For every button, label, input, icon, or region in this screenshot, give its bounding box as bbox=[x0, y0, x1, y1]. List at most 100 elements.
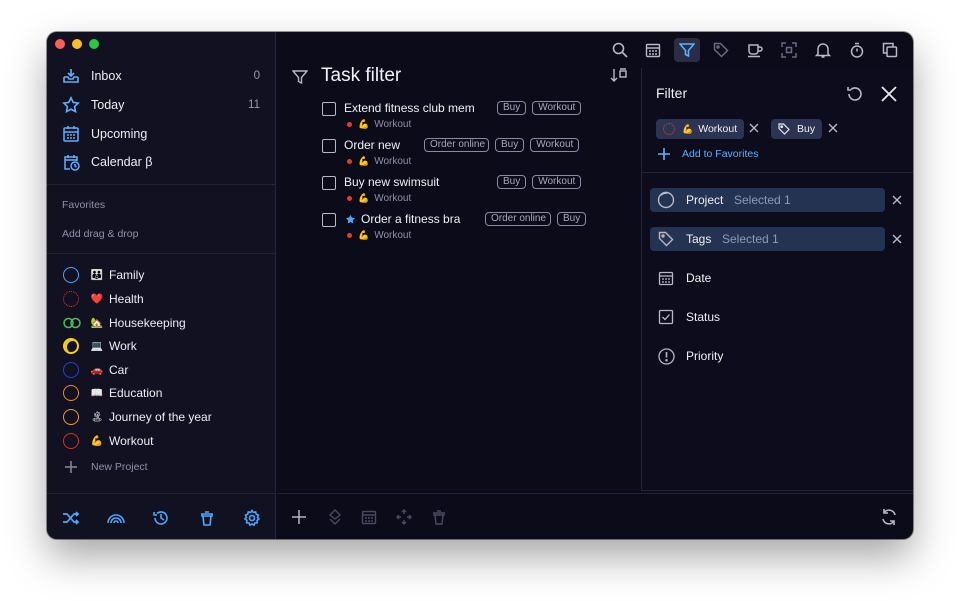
task-row[interactable]: Order a fitness bra Order online Buy 💪 W… bbox=[322, 212, 592, 249]
tag-badge[interactable]: Workout bbox=[532, 101, 582, 115]
window-controls bbox=[55, 39, 99, 49]
tag-badge[interactable]: Order online bbox=[424, 138, 489, 152]
project-emoji: 💪 bbox=[358, 193, 370, 203]
history-icon[interactable] bbox=[151, 508, 171, 528]
filter-row-tags[interactable]: Tags Selected 1 bbox=[650, 227, 885, 251]
project-label: Journey of the year bbox=[109, 410, 212, 424]
project-item-education[interactable]: 📖 Education bbox=[47, 382, 276, 404]
page-title: Task filter bbox=[321, 65, 402, 86]
project-dot bbox=[347, 196, 352, 201]
add-icon[interactable] bbox=[290, 508, 308, 526]
project-emoji: 👪 bbox=[90, 269, 104, 281]
task-row[interactable]: Extend fitness club mem Buy Workout 💪 Wo… bbox=[322, 101, 592, 138]
minimize-window-button[interactable] bbox=[72, 39, 82, 49]
sidebar-item-label: Calendar β bbox=[91, 155, 153, 169]
filter-row-status: Selected 1 bbox=[722, 232, 779, 246]
add-to-favorites-button[interactable]: Add to Favorites bbox=[658, 148, 758, 160]
project-item-housekeeping[interactable]: 🏡 Housekeeping bbox=[47, 312, 276, 334]
tag-badge[interactable]: Workout bbox=[532, 175, 582, 189]
favorites-hint: Add drag & drop bbox=[62, 228, 139, 240]
divider bbox=[47, 253, 276, 254]
filter-row-status[interactable]: Status bbox=[650, 305, 885, 329]
project-emoji: 💪 bbox=[358, 156, 370, 166]
chip-label: Workout bbox=[698, 123, 738, 135]
task-checkbox[interactable] bbox=[322, 102, 336, 116]
calendar-icon[interactable] bbox=[640, 38, 666, 62]
chip-label: Buy bbox=[797, 123, 816, 135]
project-dot bbox=[347, 159, 352, 164]
tag-badge[interactable]: Buy bbox=[497, 101, 527, 115]
date-icon[interactable] bbox=[360, 508, 378, 526]
filter-row-priority[interactable]: Priority bbox=[650, 344, 885, 368]
new-project-button[interactable]: New Project bbox=[47, 456, 276, 478]
exclamation-icon bbox=[657, 347, 675, 365]
project-color-ring bbox=[663, 123, 675, 135]
filter-chip-project[interactable]: 💪 Workout bbox=[656, 119, 745, 139]
project-item-journey[interactable]: 🏝 Journey of the year bbox=[47, 406, 276, 428]
delete-icon[interactable] bbox=[430, 508, 448, 526]
trash-icon[interactable] bbox=[197, 508, 217, 528]
tag-badge[interactable]: Buy bbox=[495, 138, 525, 152]
sidebar-item-upcoming[interactable]: Upcoming bbox=[47, 120, 276, 148]
remove-chip-icon[interactable] bbox=[747, 121, 761, 135]
sort-icon[interactable] bbox=[609, 67, 629, 83]
tag-badge[interactable]: Buy bbox=[497, 175, 527, 189]
tag-badge[interactable]: Buy bbox=[557, 212, 587, 226]
shuffle-icon[interactable] bbox=[61, 508, 81, 528]
settings-icon[interactable] bbox=[242, 508, 262, 528]
clear-tags-filter-icon[interactable] bbox=[890, 232, 904, 246]
filter-row-project[interactable]: Project Selected 1 bbox=[650, 188, 885, 212]
zoom-window-button[interactable] bbox=[89, 39, 99, 49]
task-name: Buy new swimsuit bbox=[344, 175, 440, 189]
checkbox-icon bbox=[657, 308, 675, 326]
project-emoji: 💪 bbox=[358, 230, 370, 240]
project-item-family[interactable]: 👪 Family bbox=[47, 264, 276, 286]
project-item-work[interactable]: 💻 Work bbox=[47, 335, 276, 357]
plus-icon bbox=[64, 460, 78, 474]
filter-row-date[interactable]: Date bbox=[650, 266, 885, 290]
favorites-heading: Favorites bbox=[62, 199, 106, 211]
bell-icon[interactable] bbox=[810, 38, 836, 62]
focus-icon[interactable] bbox=[776, 38, 802, 62]
task-checkbox[interactable] bbox=[322, 139, 336, 153]
remove-chip-icon[interactable] bbox=[826, 121, 840, 135]
sidebar-item-calendar[interactable]: Calendar β bbox=[47, 148, 276, 176]
search-icon[interactable] bbox=[607, 38, 633, 62]
add-to-favorites-label: Add to Favorites bbox=[682, 148, 759, 160]
task-row[interactable]: Buy new swimsuit Buy Workout 💪 Workout bbox=[322, 175, 592, 212]
clear-project-filter-icon[interactable] bbox=[890, 193, 904, 207]
project-item-health[interactable]: ❤️ Health bbox=[47, 288, 276, 310]
task-checkbox[interactable] bbox=[322, 213, 336, 227]
task-name: Order new bbox=[344, 138, 401, 152]
sidebar-item-inbox[interactable]: Inbox 0 bbox=[47, 62, 276, 90]
task-tags: Order online Buy Workout bbox=[424, 138, 580, 152]
task-checkbox[interactable] bbox=[322, 176, 336, 190]
project-item-car[interactable]: 🚗 Car bbox=[47, 359, 276, 381]
filter-row-label: Status bbox=[686, 310, 721, 324]
sidebar-item-today[interactable]: Today 11 bbox=[47, 91, 276, 119]
star-icon bbox=[61, 95, 81, 115]
sync-icon[interactable] bbox=[880, 508, 898, 526]
tag-icon[interactable] bbox=[708, 38, 734, 62]
task-row[interactable]: Order new Order online Buy Workout 💪 Wor… bbox=[322, 138, 592, 175]
move-icon[interactable] bbox=[395, 508, 413, 526]
sidebar-item-label: Today bbox=[91, 98, 125, 112]
filter-panel-title: Filter bbox=[656, 85, 688, 101]
reset-icon[interactable] bbox=[845, 84, 865, 104]
tag-badge[interactable]: Order online bbox=[485, 212, 551, 226]
close-icon[interactable] bbox=[879, 84, 899, 104]
timer-icon[interactable] bbox=[844, 38, 870, 62]
coffee-icon[interactable] bbox=[742, 38, 768, 62]
task-tags: Buy Workout bbox=[497, 175, 582, 189]
filter-row-label: Project bbox=[686, 193, 724, 207]
filter-chip-tag[interactable]: Buy bbox=[771, 119, 823, 139]
tag-badge[interactable]: Workout bbox=[530, 138, 580, 152]
project-name: Workout bbox=[374, 119, 412, 130]
rainbow-icon[interactable] bbox=[106, 508, 126, 528]
copy-icon[interactable] bbox=[877, 38, 903, 62]
priority-icon[interactable] bbox=[326, 508, 344, 526]
project-item-workout[interactable]: 💪 Workout bbox=[47, 430, 276, 452]
close-window-button[interactable] bbox=[55, 39, 65, 49]
filter-row-label: Date bbox=[686, 271, 712, 285]
filter-icon[interactable] bbox=[674, 38, 700, 62]
